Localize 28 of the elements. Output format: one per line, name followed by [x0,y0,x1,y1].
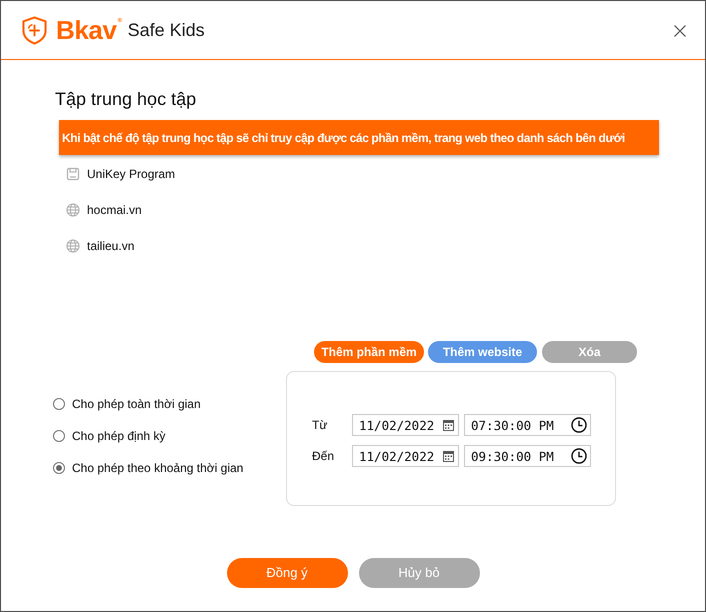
time-field[interactable]: 09:30:00 PM [464,445,591,467]
globe-icon [66,203,80,217]
close-button[interactable] [674,25,686,37]
time-field[interactable]: 07:30:00 PM [464,414,591,436]
radio-label[interactable]: Cho phép theo khoảng thời gian [72,460,244,476]
radio-label[interactable]: Cho phép định kỳ [72,428,166,444]
calendar-icon[interactable] [443,420,454,430]
notice-banner: Khi bật chế độ tập trung học tập sẽ chỉ truy cập được các phần mềm, trang web theo danh sách bên dưới [59,120,659,155]
brand-logo-text: Bkav$^{®}$ [56,16,122,44]
program-name[interactable]: UniKey Program [87,166,176,182]
calendar-icon[interactable] [443,450,454,462]
radio-button[interactable] [53,462,65,474]
date-field[interactable]: 11/02/2022 [352,414,459,436]
globe-icon [66,239,80,253]
close-icon [674,25,686,37]
radio-label[interactable]: Cho phép toàn thời gian [72,396,201,412]
range-label: Từ [312,417,328,433]
website-name[interactable]: tailieu.vn [87,238,134,254]
range-label: Đến [312,448,336,464]
product-name: Safe Kids [128,19,205,41]
date-field[interactable]: 11/02/2022 [352,445,459,467]
website-name[interactable]: hocmai.vn [87,202,142,218]
clock-icon[interactable] [571,448,587,464]
clock-icon[interactable] [571,417,587,433]
radio-button[interactable] [53,398,65,410]
page-title: Tập trung học tập [55,88,196,110]
shield-logo-icon [22,16,47,44]
radio-button[interactable] [53,430,65,442]
